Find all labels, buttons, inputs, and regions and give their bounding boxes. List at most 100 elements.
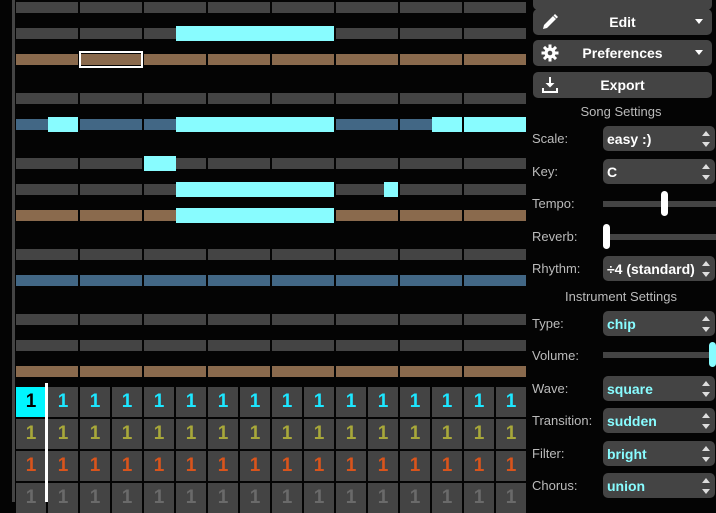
note-grid-cell[interactable] bbox=[80, 366, 142, 377]
note-grid-cell[interactable] bbox=[272, 275, 334, 286]
pattern-cell[interactable]: 1 bbox=[176, 483, 206, 513]
note-grid-cell[interactable] bbox=[336, 314, 398, 325]
note-grid-cell[interactable] bbox=[80, 275, 142, 286]
note-grid-cell[interactable] bbox=[464, 158, 526, 169]
note-grid-cell[interactable] bbox=[80, 2, 142, 13]
note-grid-cell[interactable] bbox=[208, 93, 270, 104]
pattern-cell[interactable]: 1 bbox=[304, 419, 334, 449]
note-grid-cell[interactable] bbox=[336, 54, 398, 65]
note-grid-cell[interactable] bbox=[400, 340, 462, 351]
pattern-cell[interactable]: 1 bbox=[400, 387, 430, 417]
note-grid-cell[interactable] bbox=[80, 93, 142, 104]
note[interactable] bbox=[144, 156, 176, 171]
note-grid-cell[interactable] bbox=[272, 314, 334, 325]
note-grid-cell[interactable] bbox=[400, 93, 462, 104]
note-grid-cell[interactable] bbox=[16, 28, 78, 39]
chorus-select[interactable]: union bbox=[603, 473, 715, 498]
pattern-cell[interactable]: 1 bbox=[368, 387, 398, 417]
pattern-cell[interactable]: 1 bbox=[304, 451, 334, 481]
pattern-cell[interactable]: 1 bbox=[400, 419, 430, 449]
edit-menu-button[interactable]: Edit bbox=[533, 9, 712, 35]
note-grid-cell[interactable] bbox=[464, 210, 526, 221]
pattern-cell[interactable]: 1 bbox=[400, 483, 430, 513]
note-grid-cell[interactable] bbox=[400, 28, 462, 39]
note-grid-cell[interactable] bbox=[208, 54, 270, 65]
note[interactable] bbox=[176, 208, 334, 223]
pattern-cell[interactable]: 1 bbox=[80, 419, 110, 449]
rhythm-select[interactable]: ÷4 (standard) bbox=[603, 256, 715, 281]
pattern-cell[interactable]: 1 bbox=[240, 419, 270, 449]
note-grid-cell[interactable] bbox=[272, 158, 334, 169]
pattern-cell[interactable]: 1 bbox=[48, 387, 78, 417]
note-grid-cell[interactable] bbox=[272, 2, 334, 13]
note-grid-cell[interactable] bbox=[272, 54, 334, 65]
pattern-cell[interactable]: 1 bbox=[144, 419, 174, 449]
pattern-cell[interactable]: 1 bbox=[240, 451, 270, 481]
note-grid-cell[interactable] bbox=[336, 275, 398, 286]
note-grid-cell[interactable] bbox=[144, 54, 206, 65]
note-grid-cell[interactable] bbox=[208, 2, 270, 13]
scale-select[interactable]: easy :) bbox=[603, 126, 715, 151]
pattern-cell[interactable]: 1 bbox=[272, 451, 302, 481]
pattern-cell[interactable]: 1 bbox=[80, 387, 110, 417]
pattern-cell[interactable]: 1 bbox=[16, 451, 46, 481]
pattern-cell[interactable]: 1 bbox=[464, 387, 494, 417]
pattern-cell[interactable]: 1 bbox=[304, 387, 334, 417]
pattern-cell[interactable]: 1 bbox=[176, 387, 206, 417]
pattern-cell[interactable]: 1 bbox=[80, 451, 110, 481]
pattern-cell[interactable]: 1 bbox=[304, 483, 334, 513]
pattern-cell[interactable]: 1 bbox=[432, 387, 462, 417]
note-grid-cell[interactable] bbox=[464, 275, 526, 286]
selection-box[interactable] bbox=[79, 51, 143, 68]
note-grid-cell[interactable] bbox=[336, 158, 398, 169]
note-grid-cell[interactable] bbox=[464, 340, 526, 351]
pattern-cell[interactable]: 1 bbox=[16, 419, 46, 449]
note-grid-cell[interactable] bbox=[272, 249, 334, 260]
tempo-slider[interactable] bbox=[603, 191, 716, 216]
pattern-cell[interactable]: 1 bbox=[464, 419, 494, 449]
pattern-cell[interactable]: 1 bbox=[432, 419, 462, 449]
note-grid-cell[interactable] bbox=[272, 340, 334, 351]
note-grid-cell[interactable] bbox=[144, 275, 206, 286]
note-grid-cell[interactable] bbox=[144, 314, 206, 325]
pattern-grid[interactable]: 1111111111111111111111111111111111111111… bbox=[16, 384, 526, 513]
note-grid-cell[interactable] bbox=[464, 184, 526, 195]
pattern-cell[interactable]: 1 bbox=[48, 419, 78, 449]
pattern-cell[interactable]: 1 bbox=[208, 419, 238, 449]
note-grid-cell[interactable] bbox=[208, 158, 270, 169]
note-grid-cell[interactable] bbox=[208, 314, 270, 325]
pattern-cell[interactable]: 1 bbox=[112, 419, 142, 449]
note-grid-cell[interactable] bbox=[80, 119, 142, 130]
note[interactable] bbox=[176, 26, 334, 41]
pattern-cell[interactable]: 1 bbox=[16, 483, 46, 513]
note-grid-cell[interactable] bbox=[16, 366, 78, 377]
pattern-cell[interactable]: 1 bbox=[464, 451, 494, 481]
pattern-cell[interactable]: 1 bbox=[80, 483, 110, 513]
tempo-slider-thumb[interactable] bbox=[661, 191, 669, 216]
note-grid-cell[interactable] bbox=[16, 54, 78, 65]
note-grid-cell[interactable] bbox=[336, 340, 398, 351]
note-grid-cell[interactable] bbox=[336, 2, 398, 13]
note-grid-cell[interactable] bbox=[464, 314, 526, 325]
pattern-cell[interactable]: 1 bbox=[432, 451, 462, 481]
pattern-cell[interactable]: 1 bbox=[112, 451, 142, 481]
pattern-cell[interactable]: 1 bbox=[208, 387, 238, 417]
note-grid-cell[interactable] bbox=[80, 249, 142, 260]
preferences-menu-button[interactable]: Preferences bbox=[533, 40, 712, 66]
pattern-cell[interactable]: 1 bbox=[496, 483, 526, 513]
pattern-cell[interactable]: 1 bbox=[240, 483, 270, 513]
pattern-cell[interactable]: 1 bbox=[368, 419, 398, 449]
pattern-cell[interactable]: 1 bbox=[496, 451, 526, 481]
note-grid-cell[interactable] bbox=[16, 210, 78, 221]
pattern-cell[interactable]: 1 bbox=[208, 451, 238, 481]
pattern-cell[interactable]: 1 bbox=[336, 419, 366, 449]
reverb-slider[interactable] bbox=[603, 224, 716, 249]
note-editor[interactable] bbox=[16, 0, 526, 385]
note-grid-cell[interactable] bbox=[80, 28, 142, 39]
note-grid-cell[interactable] bbox=[144, 93, 206, 104]
pattern-cell[interactable]: 1 bbox=[272, 419, 302, 449]
note-grid-cell[interactable] bbox=[336, 366, 398, 377]
note-grid-cell[interactable] bbox=[400, 158, 462, 169]
transition-select[interactable]: sudden bbox=[603, 408, 715, 433]
note-grid-cell[interactable] bbox=[144, 2, 206, 13]
